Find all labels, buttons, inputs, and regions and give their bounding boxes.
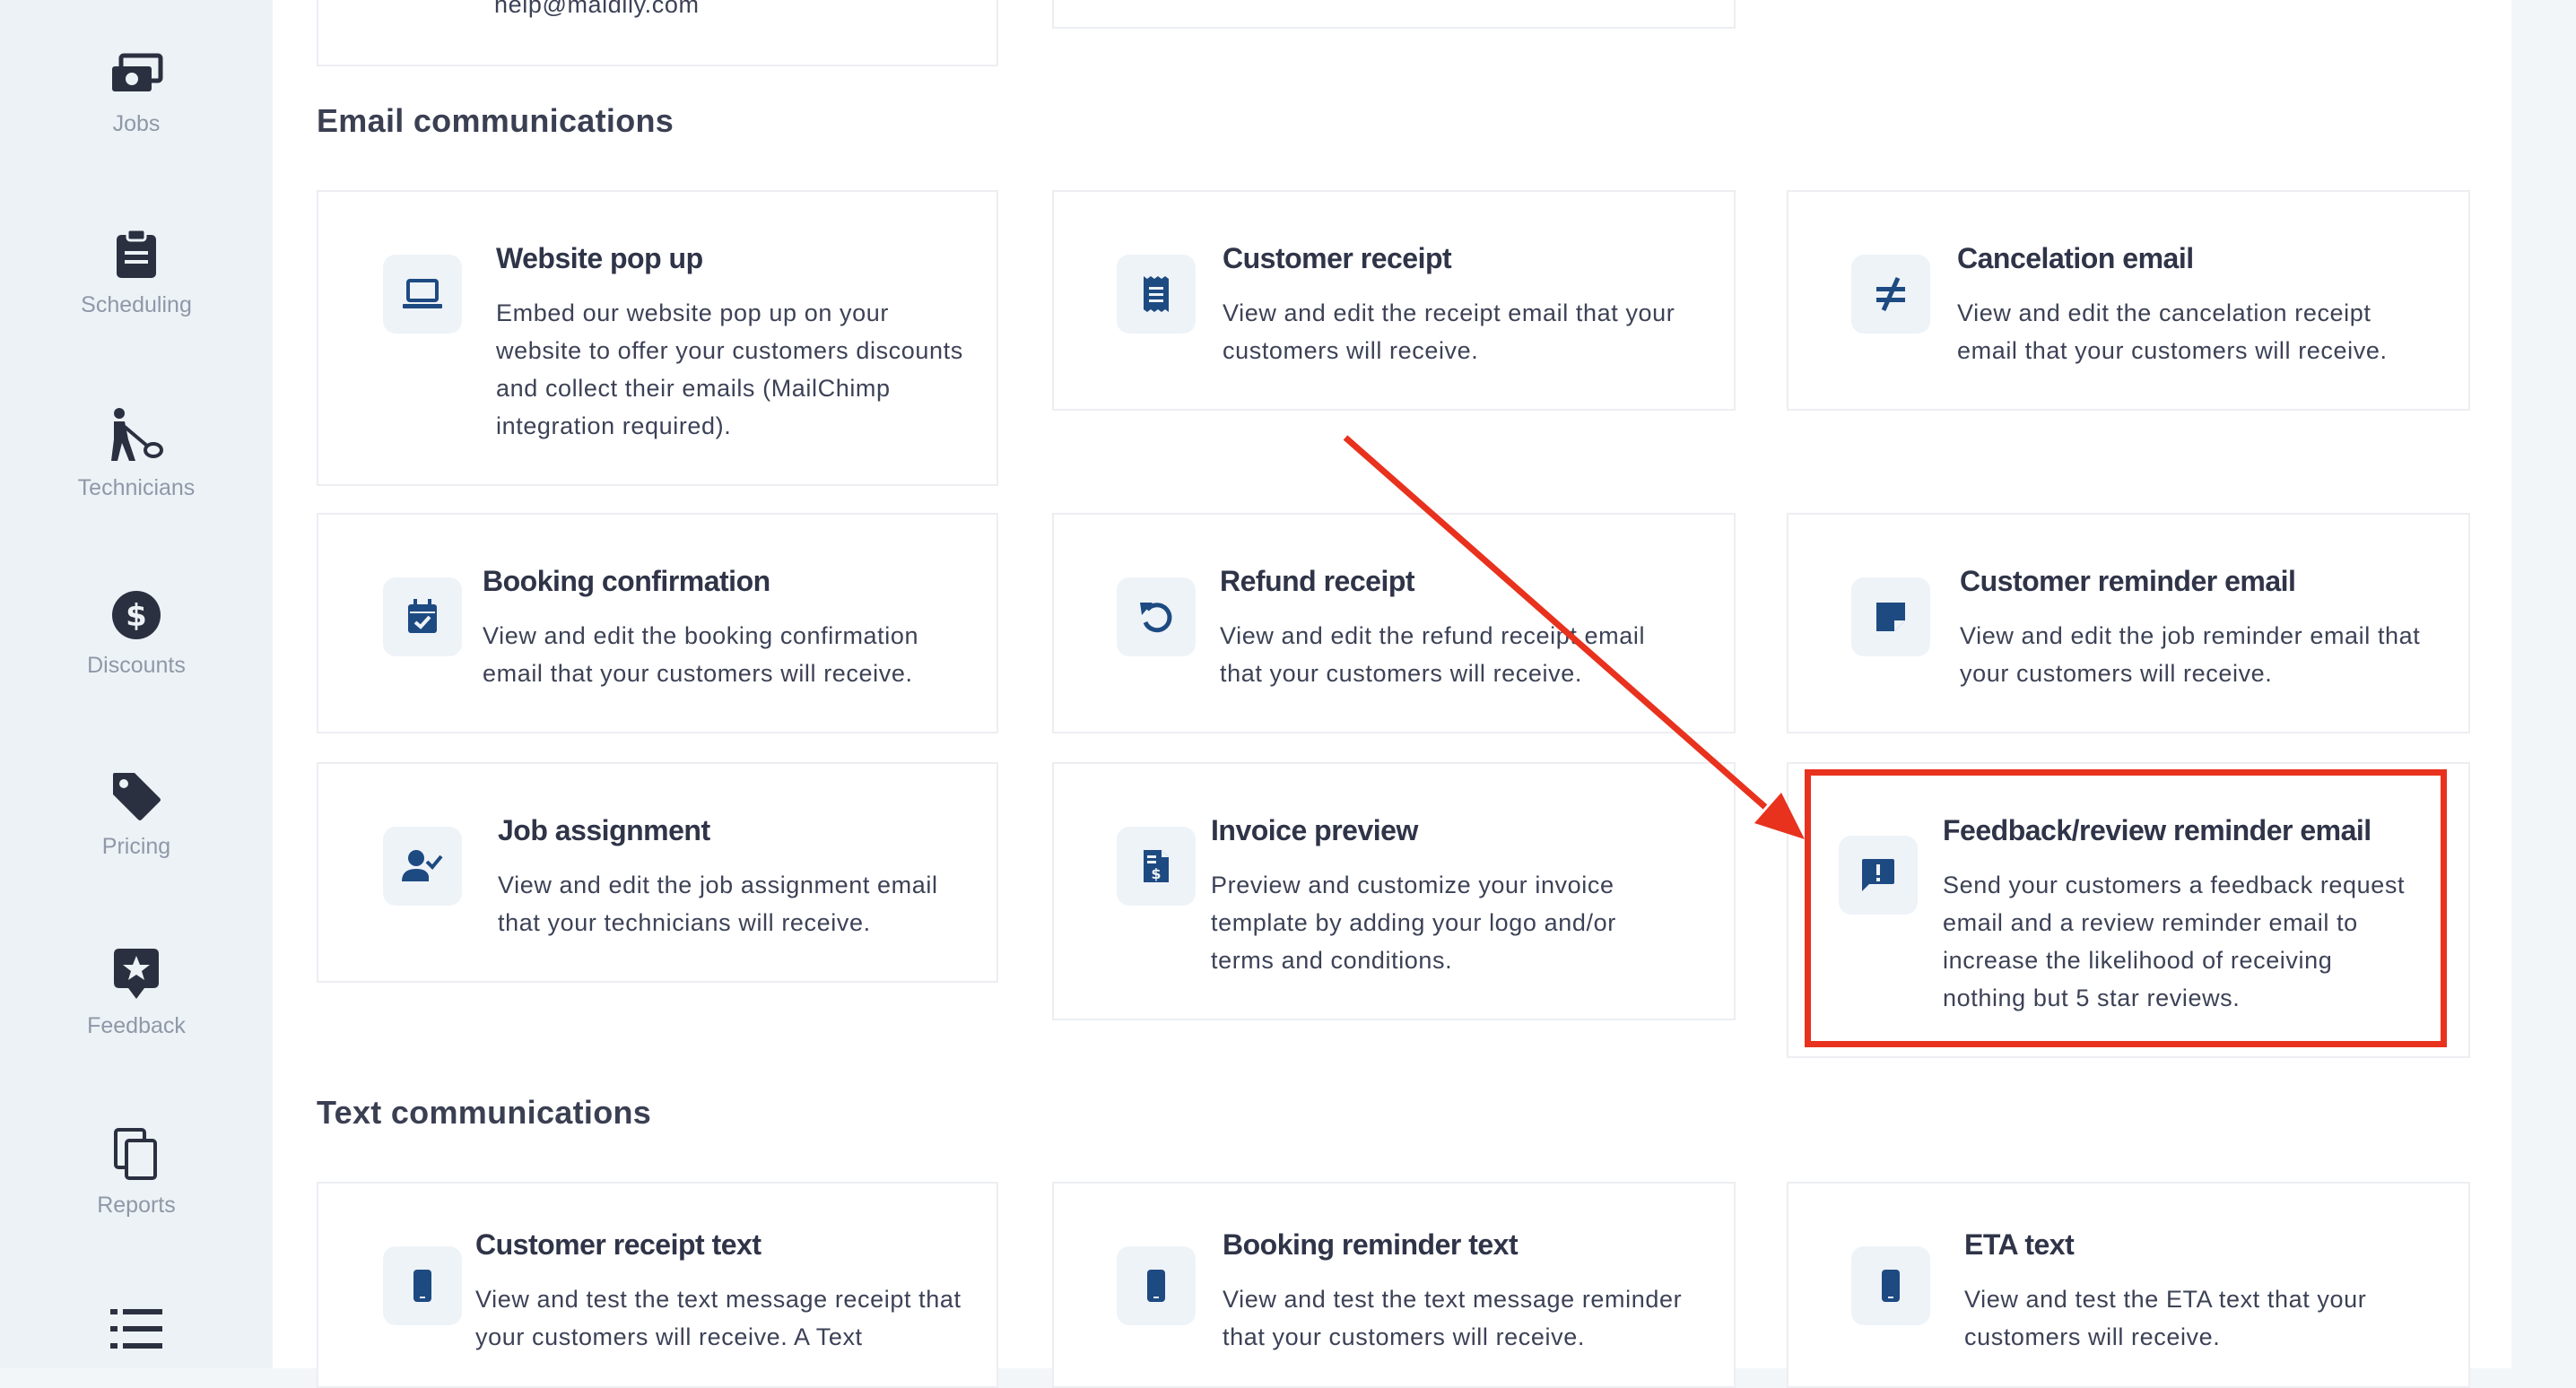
receipt-icon bbox=[1144, 276, 1169, 312]
card-description: View and edit the job reminder email tha… bbox=[1960, 622, 2421, 687]
section-title-email: Email communications bbox=[317, 102, 674, 139]
sidebar: Jobs Scheduling Technicians $ Discounts bbox=[0, 0, 273, 1368]
sidebar-label: Technicians bbox=[77, 475, 196, 500]
card-icon-box bbox=[1839, 836, 1918, 915]
sidebar-item-jobs[interactable]: Jobs bbox=[0, 52, 273, 137]
card-icon-box bbox=[1117, 577, 1196, 656]
sidebar-item-feedback[interactable]: Feedback bbox=[0, 947, 273, 1039]
phone-icon bbox=[1882, 1270, 1900, 1302]
star-badge-icon bbox=[114, 949, 159, 999]
sidebar-label: Reports bbox=[97, 1193, 176, 1218]
support-email: help@maidily.com bbox=[494, 0, 700, 18]
card-description: View and edit the refund receipt email th… bbox=[1220, 622, 1646, 687]
copy-icon bbox=[114, 1128, 157, 1180]
card-icon-box bbox=[383, 827, 462, 906]
card-icon-box bbox=[383, 1246, 462, 1325]
sidebar-label: Pricing bbox=[101, 834, 171, 859]
card-title: Job assignment bbox=[498, 814, 710, 846]
card-description: View and test the ETA text that your cust… bbox=[1964, 1286, 2367, 1350]
card-description: View and edit the receipt email that you… bbox=[1223, 299, 1675, 364]
sidebar-item-technicians[interactable]: Technicians bbox=[0, 407, 273, 501]
not-equal-icon bbox=[1876, 276, 1905, 312]
card-icon-box bbox=[1117, 255, 1196, 334]
card-icon-box: $ bbox=[1117, 827, 1196, 906]
technician-icon bbox=[111, 408, 163, 461]
card-icon-box bbox=[1117, 1246, 1196, 1325]
card-website-pop-up[interactable]: Website pop up Embed our website pop up … bbox=[317, 190, 998, 486]
svg-text:$: $ bbox=[1151, 865, 1161, 882]
card-description: View and edit the job assignment email th… bbox=[498, 872, 938, 936]
card-description: Send your customers a feedback request em… bbox=[1943, 872, 2406, 1011]
undo-icon bbox=[1140, 603, 1172, 633]
sidebar-item-reports[interactable]: Reports bbox=[0, 1128, 273, 1219]
card-refund-receipt[interactable]: Refund receipt View and edit the refund … bbox=[1052, 513, 1736, 733]
card-title: ETA text bbox=[1964, 1228, 2075, 1261]
card-title: Customer receipt bbox=[1223, 242, 1452, 274]
card-invoice-preview[interactable]: $ Invoice preview Preview and customize … bbox=[1052, 762, 1736, 1020]
card-title: Customer reminder email bbox=[1960, 565, 2296, 597]
card-description: View and test the text message reminder t… bbox=[1223, 1286, 1683, 1350]
sidebar-label: Feedback bbox=[87, 1013, 186, 1038]
card-description: Embed our website pop up on your website … bbox=[496, 299, 963, 439]
card-feedback-review-reminder-email[interactable]: Feedback/review reminder email Send your… bbox=[1787, 762, 2470, 1058]
card-title: Customer receipt text bbox=[475, 1228, 761, 1261]
card-title: Feedback/review reminder email bbox=[1943, 814, 2371, 846]
sidebar-label: Jobs bbox=[112, 111, 161, 136]
card-description: Preview and customize your invoice templa… bbox=[1211, 872, 1616, 974]
card-cancelation-email[interactable]: Cancelation email View and edit the canc… bbox=[1787, 190, 2470, 411]
tag-icon bbox=[113, 773, 161, 820]
card-title: Refund receipt bbox=[1220, 565, 1415, 597]
clipboard-icon bbox=[117, 228, 156, 278]
jobs-icon bbox=[112, 53, 163, 91]
sidebar-item-discounts[interactable]: $ Discounts bbox=[0, 590, 273, 679]
card-eta-text[interactable]: ETA text View and test the ETA text that… bbox=[1787, 1182, 2470, 1388]
card-icon-box bbox=[1851, 577, 1930, 656]
partial-card-top-left[interactable]: help@maidily.com bbox=[317, 0, 998, 66]
section-title-text: Text communications bbox=[317, 1094, 652, 1131]
card-title: Cancelation email bbox=[1957, 242, 2194, 274]
sidebar-item-more[interactable] bbox=[0, 1307, 273, 1350]
card-description: View and edit the cancelation receipt ema… bbox=[1957, 299, 2388, 364]
phone-icon bbox=[413, 1270, 431, 1302]
svg-text:$: $ bbox=[126, 598, 147, 634]
list-icon bbox=[110, 1309, 162, 1349]
dollar-icon: $ bbox=[112, 591, 161, 639]
card-icon-box bbox=[1851, 1246, 1930, 1325]
invoice-icon: $ bbox=[1144, 850, 1169, 882]
card-job-assignment[interactable]: Job assignment View and edit the job ass… bbox=[317, 762, 998, 983]
card-icon-box bbox=[383, 255, 462, 334]
card-title: Booking confirmation bbox=[483, 565, 770, 597]
user-check-icon bbox=[402, 850, 443, 881]
laptop-icon bbox=[403, 279, 442, 308]
sticky-note-icon bbox=[1876, 603, 1905, 631]
card-customer-reminder-email[interactable]: Customer reminder email View and edit th… bbox=[1787, 513, 2470, 733]
card-description: View and test the text message receipt t… bbox=[475, 1286, 962, 1350]
sidebar-item-scheduling[interactable]: Scheduling bbox=[0, 228, 273, 318]
card-customer-receipt[interactable]: Customer receipt View and edit the recei… bbox=[1052, 190, 1736, 411]
card-booking-reminder-text[interactable]: Booking reminder text View and test the … bbox=[1052, 1182, 1736, 1388]
phone-icon bbox=[1147, 1270, 1165, 1302]
sidebar-label: Discounts bbox=[87, 653, 186, 678]
card-title: Website pop up bbox=[496, 242, 703, 274]
card-description: View and edit the booking confirmation em… bbox=[483, 622, 919, 687]
card-booking-confirmation[interactable]: Booking confirmation View and edit the b… bbox=[317, 513, 998, 733]
card-title: Invoice preview bbox=[1211, 814, 1418, 846]
sidebar-label: Scheduling bbox=[81, 292, 192, 317]
card-icon-box bbox=[1851, 255, 1930, 334]
main-content: help@maidily.com Email communications We… bbox=[273, 0, 2511, 1388]
calendar-check-icon bbox=[408, 599, 437, 633]
sidebar-item-pricing[interactable]: Pricing bbox=[0, 771, 273, 860]
card-icon-box bbox=[383, 577, 462, 656]
feedback-message-icon bbox=[1862, 859, 1894, 891]
partial-card-top-middle[interactable] bbox=[1052, 0, 1736, 29]
card-customer-receipt-text[interactable]: Customer receipt text View and test the … bbox=[317, 1182, 998, 1388]
card-title: Booking reminder text bbox=[1223, 1228, 1519, 1261]
